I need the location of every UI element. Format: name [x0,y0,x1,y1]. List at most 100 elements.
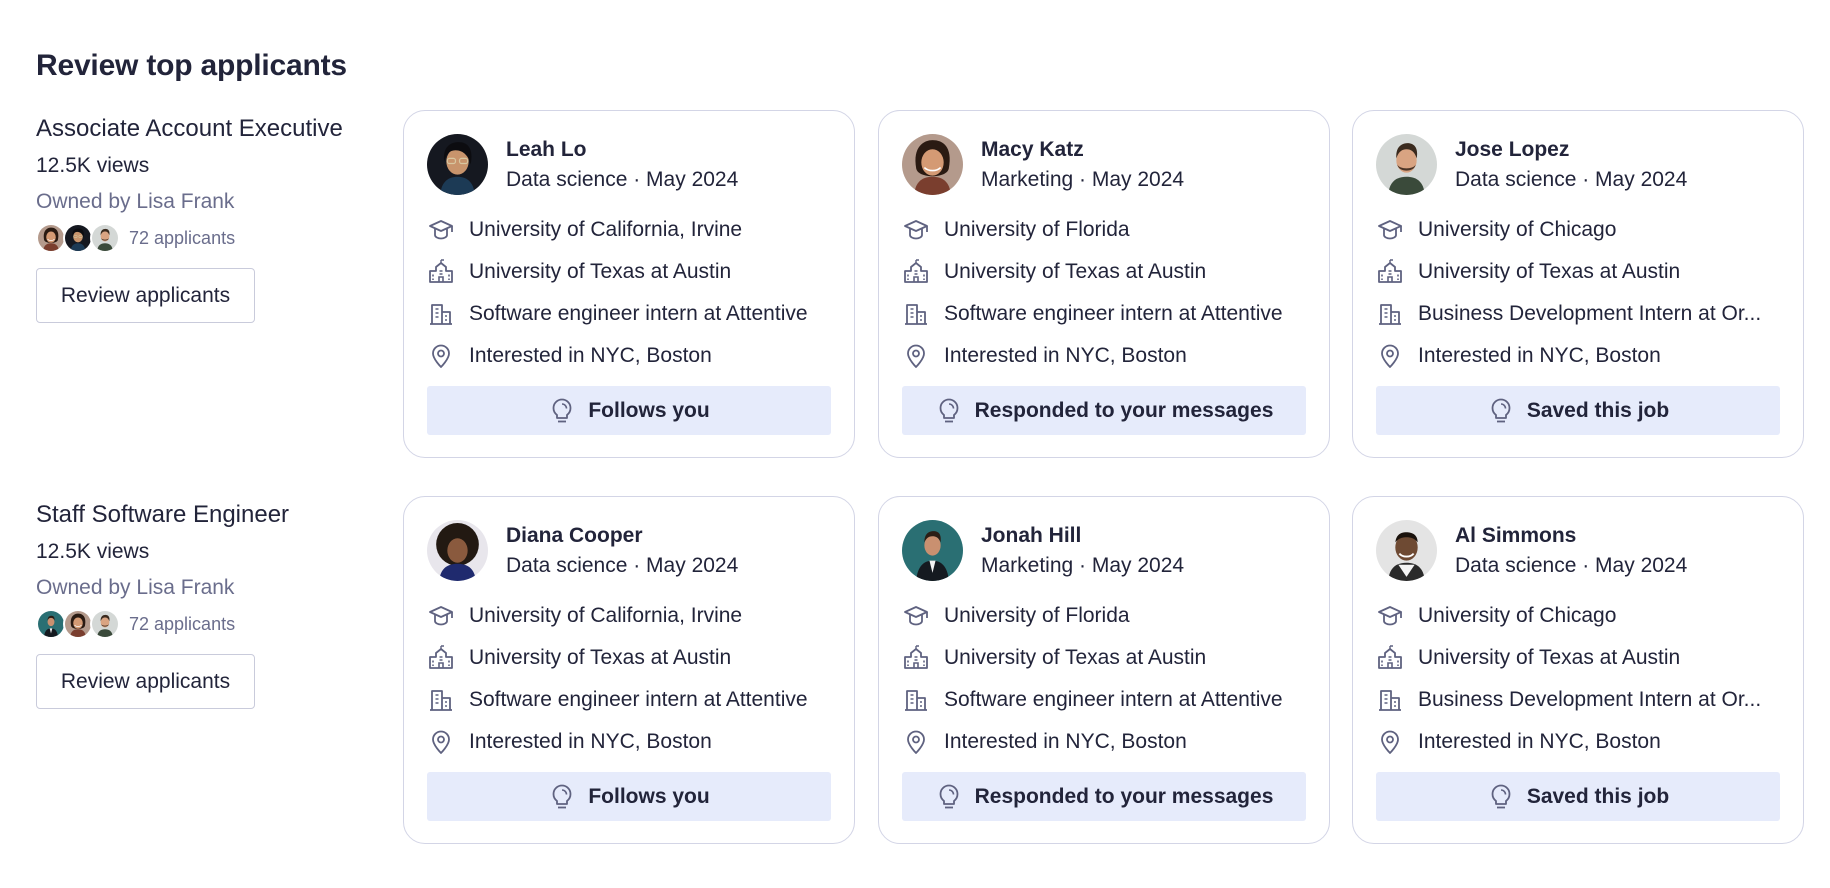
detail-text: University of Texas at Austin [944,260,1207,283]
review-applicants-button[interactable]: Review applicants [36,654,255,709]
detail-work: Business Development Intern at Or... [1376,679,1786,721]
applicant-header: Leah Lo Data science · May 2024 [427,134,738,195]
detail-work: Software engineer intern at Attentive [902,679,1312,721]
detail-location: Interested in NYC, Boston [1376,721,1786,763]
applicant-card[interactable]: Leah Lo Data science · May 2024 Universi… [403,110,855,458]
signal-text: Responded to your messages [974,398,1274,422]
detail-school: University of Texas at Austin [427,251,837,293]
job-summary: Associate Account Executive 12.5K views … [36,110,376,323]
avatar [427,520,488,581]
applicant-avatar-stack [36,609,120,639]
avatar [90,609,120,639]
lightbulb-icon [1487,397,1515,425]
detail-education: University of Chicago [1376,595,1786,637]
school-building-icon [902,258,930,286]
applicant-card[interactable]: Jose Lopez Data science · May 2024 Unive… [1352,110,1804,458]
school-building-icon [1376,644,1404,672]
applicant-meta: Marketing · May 2024 [981,167,1185,191]
job-views: 12.5K views [36,154,150,177]
avatar [1376,134,1437,195]
job-title[interactable]: Associate Account Executive [36,110,376,148]
applicant-name[interactable]: Jose Lopez [1455,135,1687,165]
applicant-meta: Data science · May 2024 [506,553,739,577]
signal-badge[interactable]: Follows you [427,386,831,435]
detail-text: Interested in NYC, Boston [469,730,712,753]
avatar [427,134,488,195]
job-summary: Staff Software Engineer 12.5K views Owne… [36,496,376,709]
applicant-name[interactable]: Al Simmons [1455,521,1687,551]
detail-work: Business Development Intern at Or... [1376,293,1786,335]
graduation-cap-icon [427,602,455,630]
page-title: Review top applicants [36,49,347,82]
applicant-header: Macy Katz Marketing · May 2024 [902,134,1184,195]
applicant-meta: Data science · May 2024 [506,167,739,191]
applicant-name[interactable]: Leah Lo [506,135,738,165]
applicant-details: University of Chicago University of Texa… [1376,209,1786,377]
lightbulb-icon [548,783,576,811]
review-applicants-button[interactable]: Review applicants [36,268,255,323]
applicant-card[interactable]: Macy Katz Marketing · May 2024 Universit… [878,110,1330,458]
applicant-name[interactable]: Macy Katz [981,135,1184,165]
signal-badge[interactable]: Saved this job [1376,772,1780,821]
applicant-header: Al Simmons Data science · May 2024 [1376,520,1687,581]
applicant-card[interactable]: Jonah Hill Marketing · May 2024 Universi… [878,496,1330,844]
signal-text: Follows you [588,784,710,808]
detail-text: Interested in NYC, Boston [944,344,1187,367]
signal-badge[interactable]: Responded to your messages [902,772,1306,821]
applicant-name[interactable]: Diana Cooper [506,521,738,551]
avatar [36,223,66,253]
signal-text: Follows you [588,398,710,422]
applicant-details: University of California, Irvine Univers… [427,209,837,377]
applicant-header: Jonah Hill Marketing · May 2024 [902,520,1184,581]
signal-badge[interactable]: Follows you [427,772,831,821]
detail-education: University of California, Irvine [427,209,837,251]
map-pin-icon [1376,728,1404,756]
applicant-meta: Marketing · May 2024 [981,553,1185,577]
avatar [63,609,93,639]
detail-education: University of Chicago [1376,209,1786,251]
graduation-cap-icon [1376,602,1404,630]
applicant-summary: 72 applicants [36,220,376,256]
lightbulb-icon [935,783,963,811]
signal-badge[interactable]: Saved this job [1376,386,1780,435]
map-pin-icon [427,728,455,756]
applicant-summary: 72 applicants [36,606,376,642]
applicant-header: Jose Lopez Data science · May 2024 [1376,134,1687,195]
job-section: Associate Account Executive 12.5K views … [0,110,1830,460]
detail-school: University of Texas at Austin [902,251,1312,293]
lightbulb-icon [1487,783,1515,811]
map-pin-icon [1376,342,1404,370]
applicant-avatar-stack [36,223,120,253]
school-building-icon [427,258,455,286]
applicant-details: University of Florida University of Texa… [902,595,1312,763]
office-building-icon [902,300,930,328]
school-building-icon [427,644,455,672]
graduation-cap-icon [902,216,930,244]
job-title[interactable]: Staff Software Engineer [36,496,376,534]
detail-text: University of California, Irvine [469,604,743,627]
office-building-icon [1376,300,1404,328]
job-views: 12.5K views [36,540,150,563]
avatar [902,134,963,195]
office-building-icon [1376,686,1404,714]
signal-text: Responded to your messages [974,784,1274,808]
map-pin-icon [902,342,930,370]
avatar [36,609,66,639]
detail-education: University of Florida [902,595,1312,637]
job-owner: Owned by Lisa Frank [36,190,235,213]
applicant-count: 72 applicants [129,227,236,248]
signal-badge[interactable]: Responded to your messages [902,386,1306,435]
job-section: Staff Software Engineer 12.5K views Owne… [0,496,1830,846]
applicant-name[interactable]: Jonah Hill [981,521,1184,551]
signal-text: Saved this job [1526,784,1670,808]
lightbulb-icon [935,397,963,425]
detail-text: Software engineer intern at Attentive [944,688,1283,711]
applicant-details: University of Florida University of Texa… [902,209,1312,377]
applicant-card[interactable]: Diana Cooper Data science · May 2024 Uni… [403,496,855,844]
detail-school: University of Texas at Austin [1376,637,1786,679]
applicant-meta: Data science · May 2024 [1455,167,1688,191]
detail-text: Software engineer intern at Attentive [469,688,808,711]
detail-text: University of Texas at Austin [469,260,732,283]
school-building-icon [1376,258,1404,286]
applicant-card[interactable]: Al Simmons Data science · May 2024 Unive… [1352,496,1804,844]
